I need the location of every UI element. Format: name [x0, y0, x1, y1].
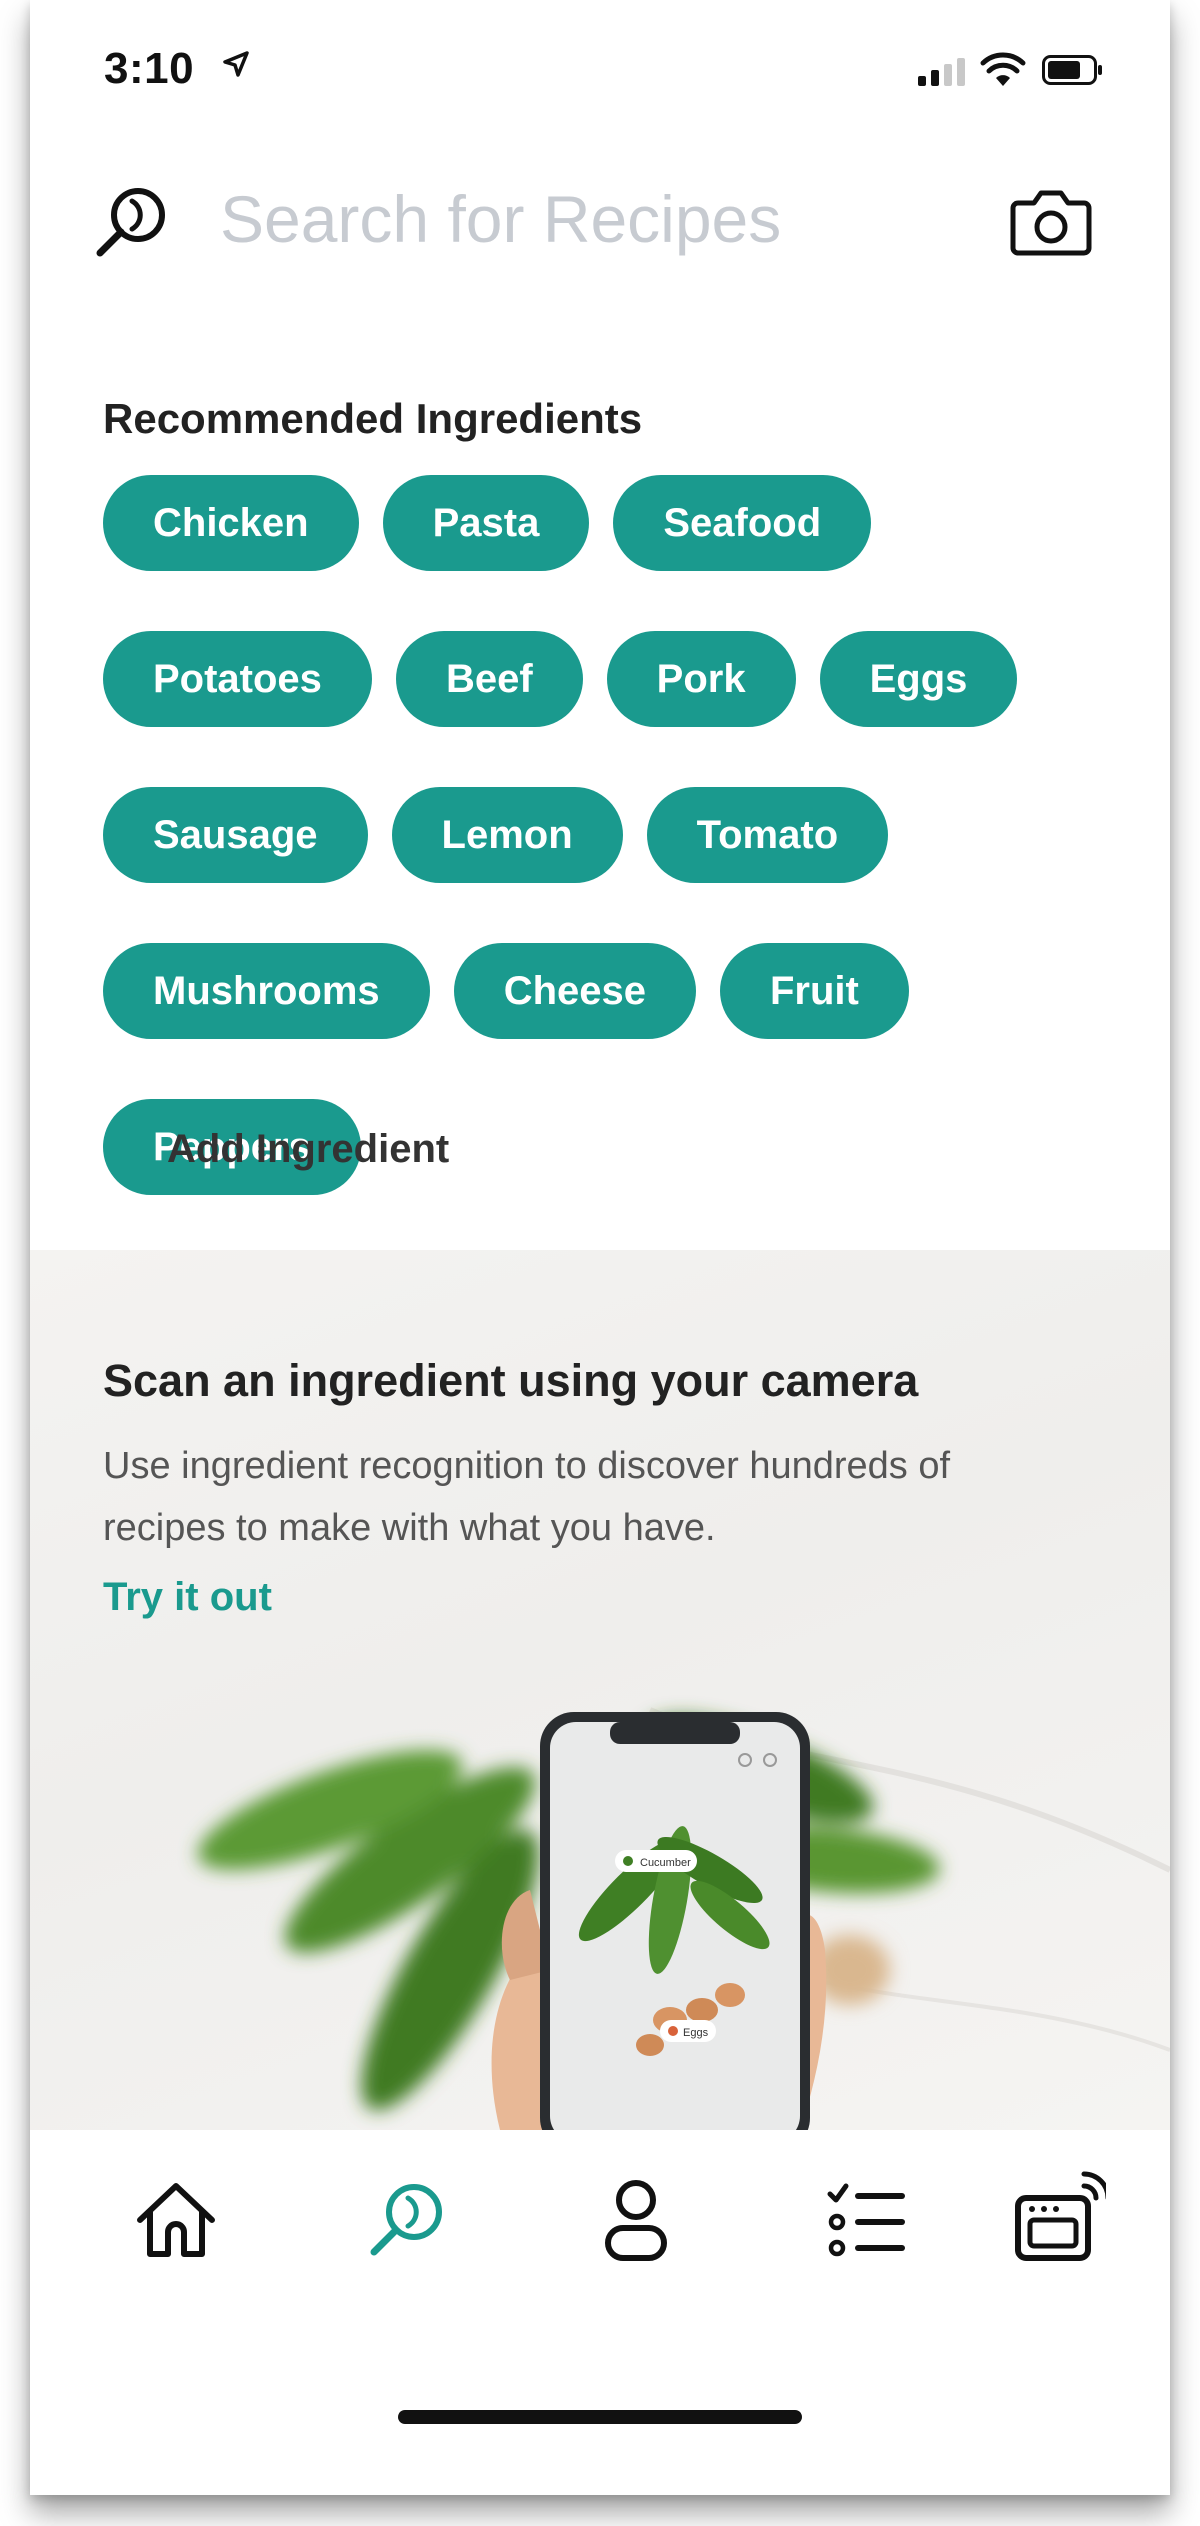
checklist-icon[interactable]	[816, 2170, 916, 2270]
ingredient-chip-sausage[interactable]: Sausage	[103, 787, 368, 883]
home-icon[interactable]	[126, 2170, 226, 2270]
scan-promo-title: Scan an ingredient using your camera	[103, 1355, 919, 1406]
battery-icon	[1042, 55, 1102, 85]
profile-icon[interactable]	[586, 2170, 686, 2270]
location-arrow-icon	[223, 51, 249, 77]
scan-ingredient-promo: Cucumber Eggs Scan an ingredient using y…	[30, 1250, 1170, 2130]
app-screen: 3:10 Search for Recipes Recommended Ingr…	[30, 0, 1170, 2495]
ingredient-chip-beef[interactable]: Beef	[395, 631, 583, 727]
camera-icon[interactable]	[1010, 185, 1092, 257]
ingredient-chip-list: Chicken Pasta Seafood Potatoes Beef Pork…	[103, 475, 1103, 1195]
search-tab-icon[interactable]	[356, 2170, 456, 2270]
status-bar: 3:10	[30, 0, 1170, 150]
ingredient-chip-fruit[interactable]: Fruit	[720, 943, 909, 1039]
cellular-signal-icon	[918, 58, 965, 86]
try-it-out-link[interactable]: Try it out	[103, 1575, 272, 1620]
ingredient-chip-seafood[interactable]: Seafood	[613, 475, 872, 571]
bottom-tab-bar	[30, 2130, 1170, 2495]
home-indicator	[398, 2410, 802, 2424]
scan-tag-cucumber: Cucumber	[640, 1857, 691, 1869]
plus-icon	[106, 1135, 134, 1164]
ingredient-chip-eggs[interactable]: Eggs	[819, 631, 1018, 727]
recommended-ingredients-title: Recommended Ingredients	[103, 395, 643, 442]
add-ingredient-label: Add Ingredient	[167, 1127, 450, 1171]
ingredient-chip-cheese[interactable]: Cheese	[453, 943, 696, 1039]
scan-promo-description: Use ingredient recognition to discover h…	[103, 1445, 951, 1549]
add-ingredient-button[interactable]: Add Ingredient	[103, 1127, 449, 1172]
connected-oven-icon[interactable]	[1006, 2170, 1106, 2270]
ingredient-chip-tomato[interactable]: Tomato	[646, 787, 889, 883]
ingredient-chip-potatoes[interactable]: Potatoes	[103, 631, 372, 727]
scan-tag-eggs: Eggs	[683, 2027, 709, 2039]
ingredient-chip-mushrooms[interactable]: Mushrooms	[103, 943, 430, 1039]
ingredient-chip-pasta[interactable]: Pasta	[382, 475, 590, 571]
search-icon[interactable]	[86, 177, 176, 267]
phone-mockup: Cucumber Eggs	[540, 1712, 810, 2130]
status-time: 3:10	[104, 44, 195, 93]
ingredient-chip-pork[interactable]: Pork	[606, 631, 796, 727]
search-input[interactable]	[220, 173, 980, 265]
search-bar	[30, 165, 1170, 275]
ingredient-chip-lemon[interactable]: Lemon	[391, 787, 623, 883]
ingredient-chip-chicken[interactable]: Chicken	[103, 475, 359, 571]
wifi-icon	[980, 52, 1026, 86]
